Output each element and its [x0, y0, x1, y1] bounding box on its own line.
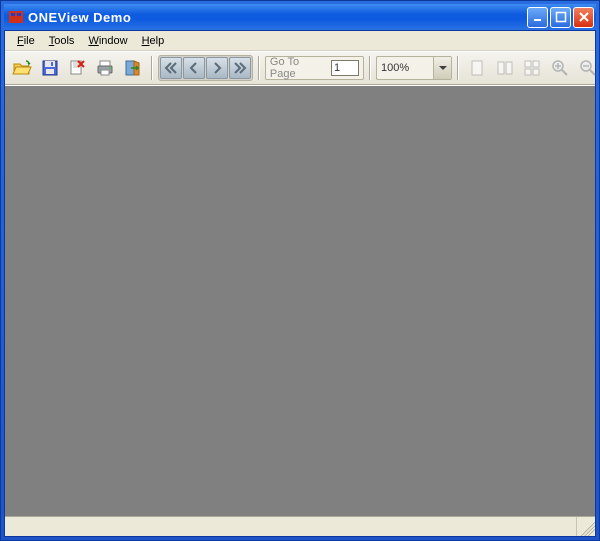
first-page-button[interactable]: [160, 57, 182, 79]
page-view-2-button[interactable]: [492, 55, 518, 81]
statusbar: [5, 516, 595, 536]
goto-page-group: Go To Page: [265, 56, 364, 80]
maximize-button[interactable]: [550, 7, 571, 28]
window-title: ONEView Demo: [28, 10, 527, 25]
last-page-button[interactable]: [229, 57, 251, 79]
app-icon: [8, 9, 24, 25]
document-viewport: [5, 85, 595, 516]
delete-page-button[interactable]: [65, 55, 91, 81]
page-view-1-button[interactable]: [464, 55, 490, 81]
goto-page-input[interactable]: [331, 60, 359, 76]
titlebar: ONEView Demo: [4, 4, 596, 30]
page-view-3-button[interactable]: [520, 55, 546, 81]
zoom-in-button[interactable]: [547, 55, 573, 81]
toolbar-separator: [457, 56, 459, 80]
close-button[interactable]: [573, 7, 594, 28]
zoom-combo[interactable]: 100%: [376, 56, 452, 80]
menu-file[interactable]: File: [11, 33, 41, 49]
window-controls: [527, 7, 594, 28]
toolbar-separator: [151, 56, 153, 80]
zoom-out-button[interactable]: [575, 55, 600, 81]
menu-window[interactable]: Window: [82, 33, 133, 49]
toolbar: Go To Page 100%: [5, 51, 595, 85]
resize-grip-icon[interactable]: [577, 518, 595, 536]
client-area: File Tools Window Help: [4, 30, 596, 537]
next-page-button[interactable]: [206, 57, 228, 79]
menu-tools[interactable]: Tools: [43, 33, 81, 49]
menubar: File Tools Window Help: [5, 31, 595, 51]
minimize-button[interactable]: [527, 7, 548, 28]
prev-page-button[interactable]: [183, 57, 205, 79]
print-button[interactable]: [92, 55, 118, 81]
toolbar-separator: [258, 56, 260, 80]
exit-button[interactable]: [120, 55, 146, 81]
zoom-value: 100%: [377, 62, 433, 74]
menu-help[interactable]: Help: [136, 33, 171, 49]
zoom-dropdown-button[interactable]: [433, 57, 451, 79]
page-nav-group: [158, 55, 253, 81]
status-pane: [5, 517, 577, 536]
save-button[interactable]: [37, 55, 63, 81]
open-button[interactable]: [9, 55, 35, 81]
goto-page-label: Go To Page: [270, 56, 327, 80]
toolbar-separator: [369, 56, 371, 80]
app-window: ONEView Demo File Tools Window Help: [0, 0, 600, 541]
